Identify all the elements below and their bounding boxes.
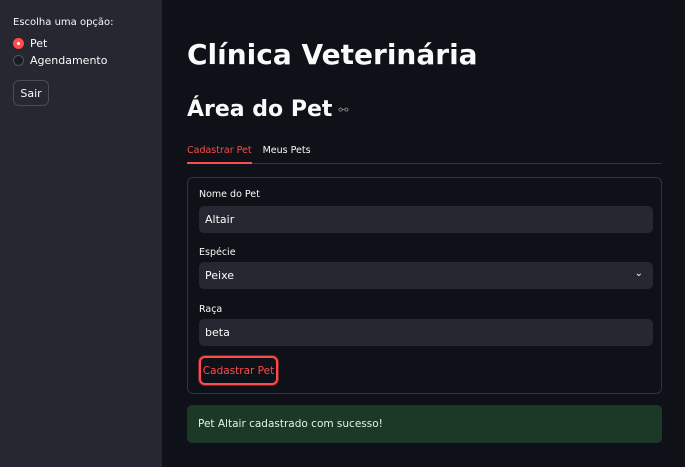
radio-group-label: Escolha uma opção: (13, 17, 114, 28)
submit-button[interactable]: Cadastrar Pet (199, 356, 278, 385)
breed-label: Raça (199, 304, 223, 315)
chevron-down-icon: ⌄ (634, 268, 643, 279)
pet-form: Nome do Pet Altair Espécie Peixe ⌄ Raça b… (187, 177, 662, 394)
link-icon[interactable]: ⚯ (338, 103, 348, 117)
radio-option-pet[interactable]: Pet (13, 37, 47, 50)
breed-input[interactable]: beta (199, 319, 653, 346)
radio-checked-icon (13, 38, 24, 49)
radio-option-agendamento[interactable]: Agendamento (13, 54, 107, 67)
logout-button[interactable]: Sair (13, 80, 49, 106)
radio-unchecked-icon (13, 55, 24, 66)
page-title: Clínica Veterinária (187, 38, 478, 71)
species-label: Espécie (199, 247, 236, 258)
radio-label: Agendamento (30, 54, 108, 67)
species-value: Peixe (205, 269, 235, 282)
section-title: Área do Pet ⚯ (187, 97, 348, 122)
radio-label: Pet (30, 37, 48, 50)
name-label: Nome do Pet (199, 189, 260, 200)
species-select[interactable]: Peixe ⌄ (199, 262, 653, 289)
success-alert: Pet Altair cadastrado com sucesso! (187, 405, 662, 443)
section-title-text: Área do Pet (187, 97, 333, 122)
name-input[interactable]: Altair (199, 206, 653, 233)
tabs: Cadastrar Pet Meus Pets (187, 142, 662, 164)
tab-meus-pets[interactable]: Meus Pets (263, 142, 311, 164)
sidebar: Escolha uma opção: Pet Agendamento Sair (0, 0, 162, 467)
tab-cadastrar-pet[interactable]: Cadastrar Pet (187, 142, 252, 164)
